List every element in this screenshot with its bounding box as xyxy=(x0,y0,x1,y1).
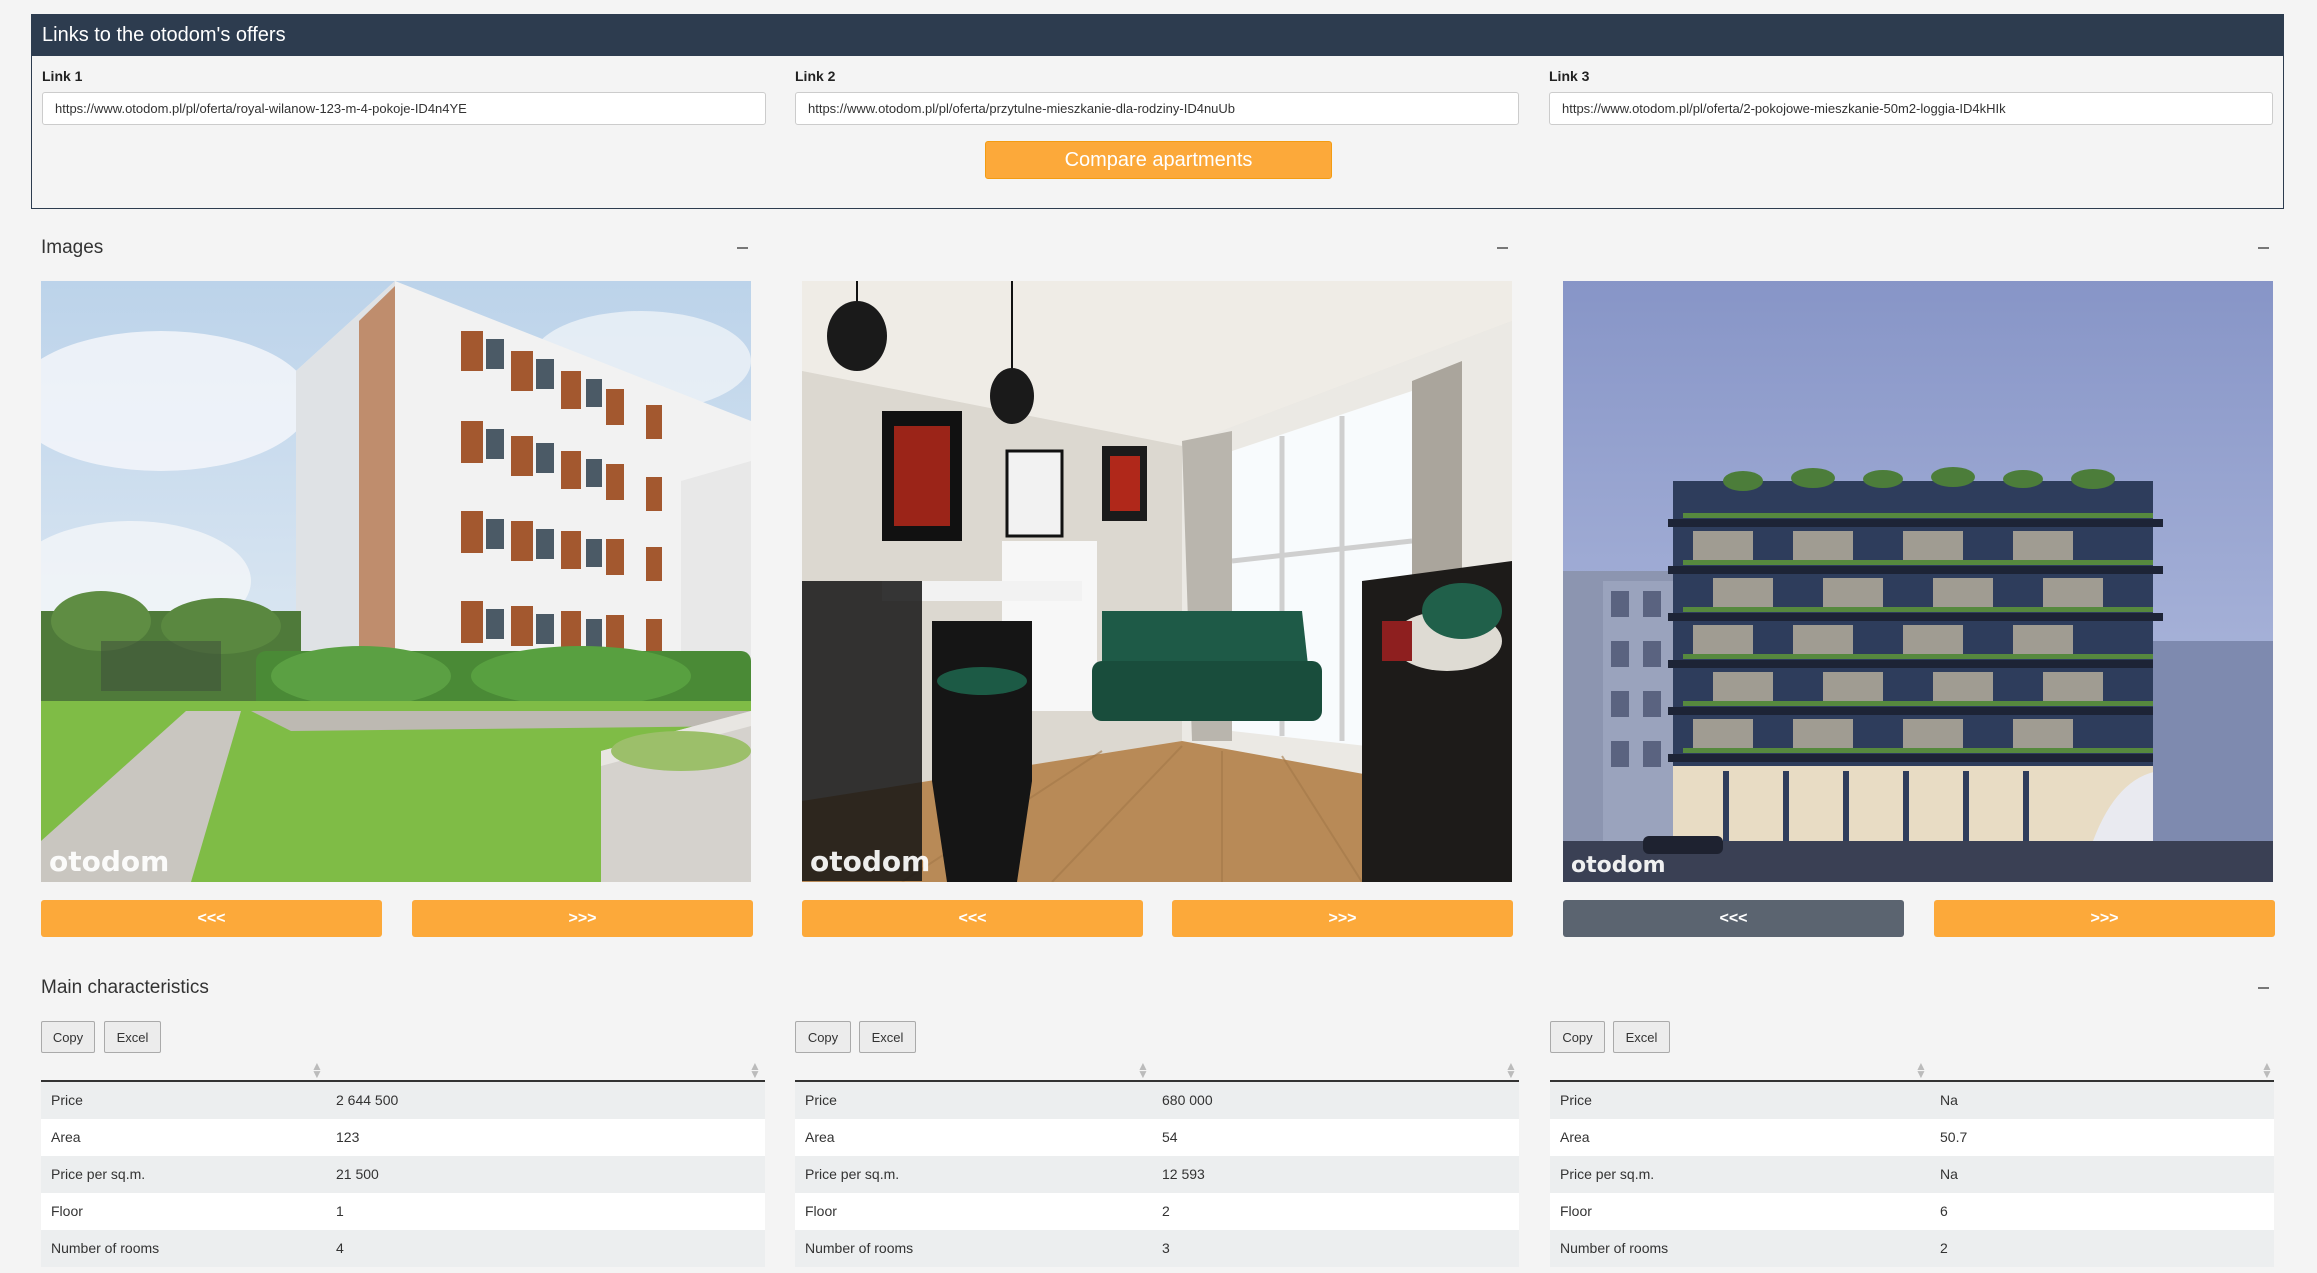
table-row: Price per sq.m. 21 500 xyxy=(41,1156,765,1193)
row-key: Floor xyxy=(51,1203,83,1219)
collapse-characteristics-icon[interactable] xyxy=(2258,987,2269,989)
row-value: 1 xyxy=(336,1203,344,1219)
table-row: Price 2 644 500 xyxy=(41,1082,765,1119)
table-header[interactable]: ▲ ▼ ▲ ▼ xyxy=(41,1060,765,1082)
row-value: 4 xyxy=(336,1240,344,1256)
photo-3-next-button[interactable]: >>> xyxy=(1934,900,2275,937)
row-value: 2 644 500 xyxy=(336,1092,399,1108)
link-2-label: Link 2 xyxy=(795,68,836,84)
table-header[interactable]: ▲ ▼ ▲ ▼ xyxy=(1550,1060,2274,1082)
row-key: Number of rooms xyxy=(805,1240,914,1256)
row-value: 12 593 xyxy=(1162,1166,1205,1182)
row-value: Na xyxy=(1940,1092,1958,1108)
row-value: 6 xyxy=(1940,1203,1948,1219)
collapse-images-3-icon[interactable] xyxy=(2258,247,2269,249)
copy-button[interactable]: Copy xyxy=(795,1021,851,1053)
table-row: Price 680 000 xyxy=(795,1082,1519,1119)
table-row: Number of rooms 3 xyxy=(795,1230,1519,1267)
link-1-label: Link 1 xyxy=(42,68,83,84)
sort-icon[interactable]: ▲ ▼ xyxy=(311,1060,323,1080)
characteristics-section-title: Main characteristics xyxy=(41,977,209,998)
row-key: Price per sq.m. xyxy=(805,1166,900,1182)
table-row: Floor 1 xyxy=(41,1193,765,1230)
link-2-input[interactable] xyxy=(795,92,1519,125)
row-value: Na xyxy=(1940,1166,1958,1182)
sort-icon[interactable]: ▲ ▼ xyxy=(1915,1060,1927,1080)
photo-2-next-button[interactable]: >>> xyxy=(1172,900,1513,937)
row-key: Number of rooms xyxy=(1560,1240,1669,1256)
row-key: Floor xyxy=(1560,1203,1592,1219)
links-panel-title: Links to the otodom's offers xyxy=(32,15,2283,56)
link-3-label: Link 3 xyxy=(1549,68,1590,84)
row-value: 680 000 xyxy=(1162,1092,1213,1108)
row-key: Area xyxy=(1560,1129,1590,1145)
apartment-2-photo: otodom xyxy=(802,281,1512,882)
photo-1-next-button[interactable]: >>> xyxy=(412,900,753,937)
collapse-images-1-icon[interactable] xyxy=(737,247,748,249)
images-section-title: Images xyxy=(41,237,104,258)
table-row: Number of rooms 2 xyxy=(1550,1230,2274,1267)
row-key: Price xyxy=(805,1092,837,1108)
row-value: 21 500 xyxy=(336,1166,379,1182)
row-key: Price per sq.m. xyxy=(51,1166,146,1182)
sort-icon[interactable]: ▲ ▼ xyxy=(749,1060,761,1080)
otodom-watermark: otodom xyxy=(1571,853,1666,878)
otodom-watermark: otodom xyxy=(49,845,170,878)
row-key: Price xyxy=(51,1092,83,1108)
table-header[interactable]: ▲ ▼ ▲ ▼ xyxy=(795,1060,1519,1082)
collapse-images-2-icon[interactable] xyxy=(1497,247,1508,249)
sort-icon[interactable]: ▲ ▼ xyxy=(2261,1060,2273,1080)
link-2-group: Link 2 xyxy=(795,66,1519,125)
excel-button[interactable]: Excel xyxy=(859,1021,916,1053)
table-row: Floor 2 xyxy=(795,1193,1519,1230)
table-row: Number of rooms 4 xyxy=(41,1230,765,1267)
characteristics-table-1: ▲ ▼ ▲ ▼ Price 2 644 500 Area 123 Price per s… xyxy=(41,1060,765,1267)
photo-2-prev-button[interactable]: <<< xyxy=(802,900,1143,937)
table-row: Area 50.7 xyxy=(1550,1119,2274,1156)
row-key: Floor xyxy=(805,1203,837,1219)
row-value: 50.7 xyxy=(1940,1129,1968,1145)
row-value: 2 xyxy=(1940,1240,1948,1256)
sort-icon[interactable]: ▲ ▼ xyxy=(1505,1060,1517,1080)
row-key: Area xyxy=(805,1129,835,1145)
table-row: Price per sq.m. 12 593 xyxy=(795,1156,1519,1193)
apartment-1-photo: otodom xyxy=(41,281,751,882)
row-value: 123 xyxy=(336,1129,360,1145)
table-row: Area 54 xyxy=(795,1119,1519,1156)
photo-3-prev-button[interactable]: <<< xyxy=(1563,900,1904,937)
copy-button[interactable]: Copy xyxy=(1550,1021,1605,1053)
copy-button[interactable]: Copy xyxy=(41,1021,95,1053)
link-3-group: Link 3 xyxy=(1549,66,2273,125)
row-key: Area xyxy=(51,1129,81,1145)
compare-apartments-button[interactable]: Compare apartments xyxy=(985,141,1332,179)
link-1-input[interactable] xyxy=(42,92,766,125)
links-panel: Links to the otodom's offers Link 1 Link… xyxy=(31,14,2284,209)
link-1-group: Link 1 xyxy=(42,66,766,125)
table-row: Price per sq.m. Na xyxy=(1550,1156,2274,1193)
row-value: 3 xyxy=(1162,1240,1170,1256)
row-value: 54 xyxy=(1162,1129,1178,1145)
excel-button[interactable]: Excel xyxy=(1613,1021,1670,1053)
table-row: Price Na xyxy=(1550,1082,2274,1119)
characteristics-table-2: ▲ ▼ ▲ ▼ Price 680 000 Area 54 Price per sq.m… xyxy=(795,1060,1519,1267)
sort-icon[interactable]: ▲ ▼ xyxy=(1137,1060,1149,1080)
row-key: Number of rooms xyxy=(51,1240,160,1256)
link-3-input[interactable] xyxy=(1549,92,2273,125)
otodom-watermark: otodom xyxy=(810,845,931,878)
row-value: 2 xyxy=(1162,1203,1170,1219)
apartment-3-photo: otodom xyxy=(1563,281,2273,882)
photo-1-prev-button[interactable]: <<< xyxy=(41,900,382,937)
characteristics-table-3: ▲ ▼ ▲ ▼ Price Na Area 50.7 Price per sq.m. Na… xyxy=(1550,1060,2274,1267)
row-key: Price xyxy=(1560,1092,1592,1108)
excel-button[interactable]: Excel xyxy=(104,1021,161,1053)
table-row: Floor 6 xyxy=(1550,1193,2274,1230)
table-row: Area 123 xyxy=(41,1119,765,1156)
row-key: Price per sq.m. xyxy=(1560,1166,1655,1182)
